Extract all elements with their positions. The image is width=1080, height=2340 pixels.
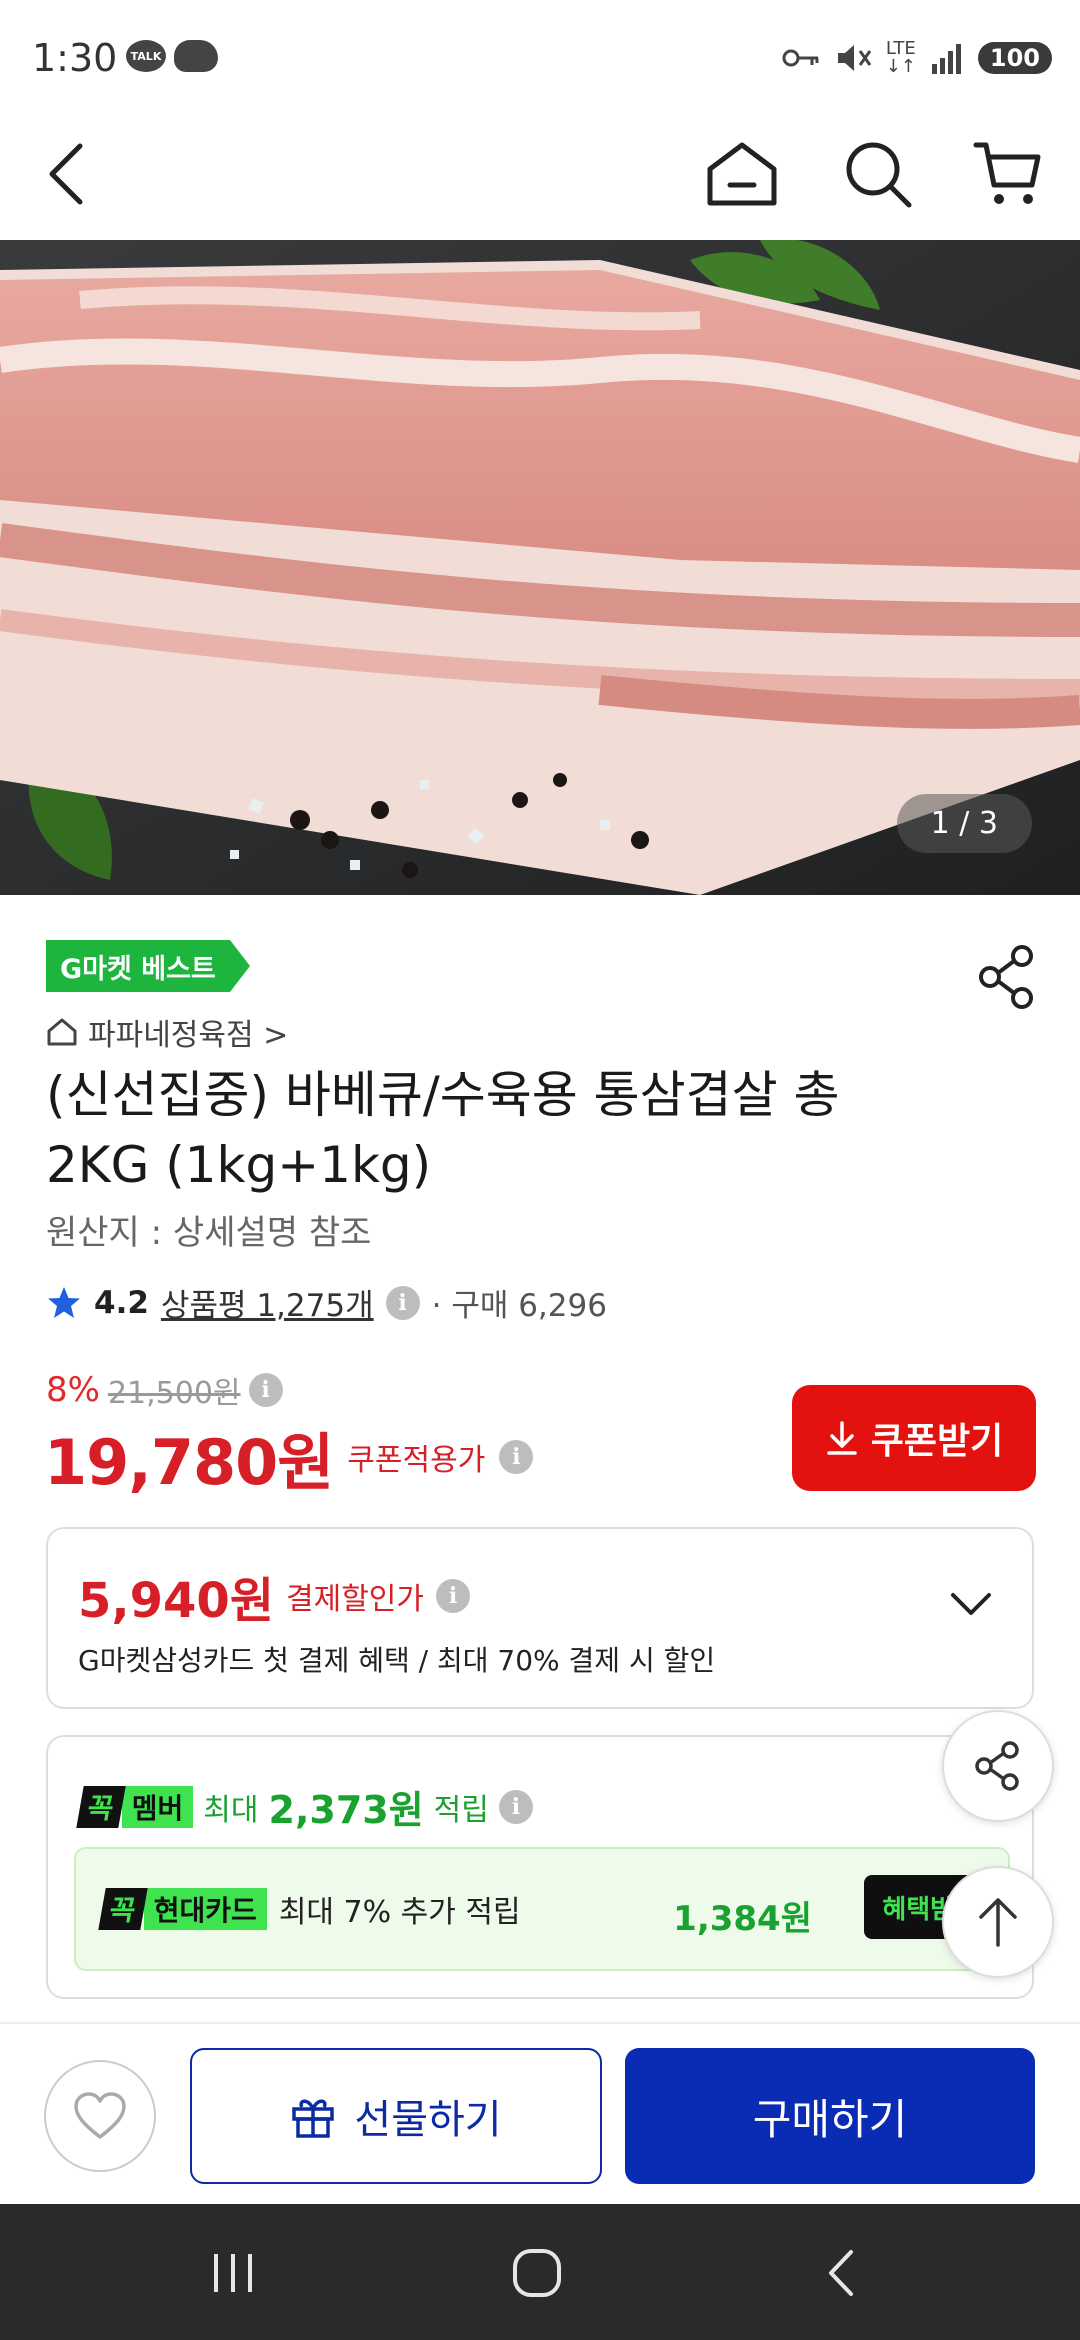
product-image-gallery[interactable]: 1 / 3 xyxy=(0,240,1080,895)
member-suffix: 적립 xyxy=(433,1792,489,1828)
membership-box[interactable]: 꼭 멤버 최대 2,373원 적립 i 꼭 현대카드 최대 7% 추가 적립 1… xyxy=(46,1735,1034,1999)
home-circle-icon xyxy=(513,2249,561,2297)
kakaotalk-icon: TALK xyxy=(126,40,166,72)
card-discount-description: G마켓삼성카드 첫 결제 혜택 / 최대 70% 결제 시 할인 xyxy=(78,1644,716,1677)
system-navigation-bar xyxy=(0,2204,1080,2340)
rating-score: 4.2 xyxy=(94,1284,149,1321)
star-icon xyxy=(48,1286,80,1318)
seller-link[interactable]: 파파네정육점 > xyxy=(46,1010,288,1054)
home-icon xyxy=(707,142,777,206)
back-system-button[interactable] xyxy=(806,2238,876,2308)
bottom-action-bar: 선물하기 구매하기 xyxy=(0,2022,1080,2204)
card-discount-info-icon[interactable]: i xyxy=(436,1579,470,1613)
best-badge-label: G마켓 베스트 xyxy=(46,940,230,992)
key-icon xyxy=(782,49,819,67)
signal-icon xyxy=(931,44,961,74)
image-counter: 1 / 3 xyxy=(896,794,1032,853)
card-discount-line: 5,940원 결제할인가 i xyxy=(78,1561,470,1631)
chevron-down-icon xyxy=(951,1593,991,1615)
cart-button[interactable] xyxy=(968,134,1048,214)
home-system-button[interactable] xyxy=(502,2238,572,2308)
notification-icons: TALK xyxy=(126,40,218,72)
status-time: 1:30 xyxy=(32,36,118,80)
store-home-icon xyxy=(47,1018,77,1046)
scroll-top-button[interactable] xyxy=(942,1866,1054,1978)
seller-name: 파파네정육점 > xyxy=(88,1018,289,1053)
search-icon xyxy=(846,142,912,208)
hyundai-tag-b: 현대카드 xyxy=(143,1888,267,1930)
member-tag-a: 꼭 xyxy=(76,1785,126,1828)
review-link[interactable]: 상품평 1,275개 xyxy=(161,1280,374,1325)
gmarket-best-badge: G마켓 베스트 xyxy=(46,940,250,992)
heart-icon xyxy=(74,2092,126,2139)
home-button[interactable] xyxy=(702,134,782,214)
wishlist-button[interactable] xyxy=(44,2060,156,2172)
share-icon xyxy=(975,1741,1019,1791)
discount-percent: 8% xyxy=(46,1370,100,1410)
member-info-icon[interactable]: i xyxy=(498,1789,533,1824)
search-button[interactable] xyxy=(838,134,918,214)
lte-indicator: LTE ↓↑ xyxy=(885,38,916,77)
discount-row: 8% 21,500원 i xyxy=(46,1368,283,1412)
member-tag: 꼭 멤버 xyxy=(76,1785,194,1828)
hyundai-tag: 꼭 현대카드 xyxy=(98,1888,267,1930)
hyundai-card-offer[interactable]: 꼭 현대카드 최대 7% 추가 적립 1,384원 혜택받기 xyxy=(74,1847,1010,1971)
mute-icon xyxy=(837,45,871,71)
buy-button[interactable]: 구매하기 xyxy=(625,2048,1035,2184)
hyundai-card-line: 꼭 현대카드 최대 7% 추가 적립 xyxy=(98,1887,521,1931)
status-bar: 1:30 TALK LTE ↓↑ 100 xyxy=(0,0,1080,110)
price-row: 19,780원 쿠폰적용가 i xyxy=(44,1412,534,1502)
rating-row: 4.2 상품평 1,275개 i · 구매 6,296 xyxy=(46,1280,607,1325)
share-button[interactable] xyxy=(972,942,1042,1012)
sale-price: 19,780원 xyxy=(44,1426,334,1499)
recent-apps-icon xyxy=(214,2254,252,2292)
product-title: (신선집중) 바베큐/수육용 통삼겹살 총 2KG (1kg+1kg) xyxy=(46,1066,840,1194)
gift-icon xyxy=(292,2099,335,2138)
arrow-up-icon xyxy=(979,1898,1017,1947)
coupon-price-info-icon[interactable]: i xyxy=(499,1440,534,1474)
floating-share-button[interactable] xyxy=(942,1710,1054,1822)
status-icons: LTE ↓↑ 100 xyxy=(782,40,1052,76)
back-button[interactable] xyxy=(26,134,106,214)
gift-button-label: 선물하기 xyxy=(354,2097,502,2143)
original-price: 21,500원 xyxy=(107,1376,241,1411)
hyundai-card-text: 최대 7% 추가 적립 xyxy=(278,1895,521,1930)
hyundai-tag-a: 꼭 xyxy=(98,1888,148,1930)
purchase-count: · 구매 6,296 xyxy=(431,1288,607,1324)
back-icon xyxy=(49,143,83,205)
coupon-button-label: 쿠폰받기 xyxy=(870,1421,1004,1462)
gift-button[interactable]: 선물하기 xyxy=(190,2048,602,2184)
card-discount-label: 결제할인가 xyxy=(286,1582,424,1617)
price-note: 쿠폰적용가 xyxy=(347,1443,486,1478)
member-amount: 2,373원 xyxy=(268,1788,424,1832)
back-arrow-icon xyxy=(829,2250,853,2296)
recent-apps-button[interactable] xyxy=(198,2238,268,2308)
price-info-icon[interactable]: i xyxy=(248,1373,283,1407)
member-tag-b: 멤버 xyxy=(121,1785,194,1828)
product-origin: 원산지 : 상세설명 참조 xyxy=(46,1213,372,1253)
coupon-button[interactable]: 쿠폰받기 xyxy=(792,1385,1036,1491)
card-discount-box[interactable]: 5,940원 결제할인가 i G마켓삼성카드 첫 결제 혜택 / 최대 70% … xyxy=(46,1527,1034,1709)
member-prefix: 최대 xyxy=(203,1792,259,1828)
cart-icon xyxy=(973,142,1041,204)
member-reward-line: 꼭 멤버 최대 2,373원 적립 i xyxy=(76,1779,533,1834)
battery-indicator: 100 xyxy=(977,42,1052,74)
card-discount-amount: 5,940원 xyxy=(78,1573,274,1629)
info-icon[interactable]: i xyxy=(385,1285,420,1320)
network-label: LTE xyxy=(885,38,916,59)
share-icon xyxy=(979,945,1033,1009)
expand-button[interactable] xyxy=(950,1591,992,1621)
hyundai-card-amount: 1,384원 xyxy=(673,1899,812,1939)
download-icon xyxy=(827,1421,857,1455)
chat-icon xyxy=(174,40,218,72)
top-nav xyxy=(0,110,1080,240)
